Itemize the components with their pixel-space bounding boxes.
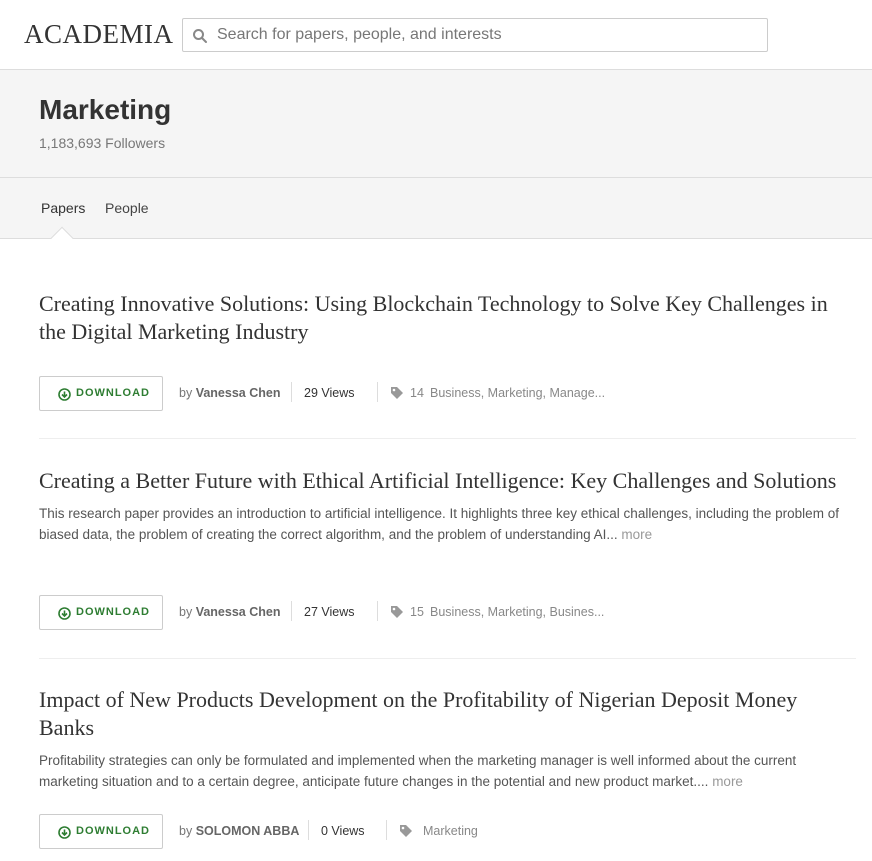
download-button[interactable]: DOWNLOAD — [39, 595, 163, 630]
author-link[interactable]: Vanessa Chen — [196, 605, 281, 619]
divider — [386, 820, 387, 840]
divider — [291, 382, 292, 402]
tag-list[interactable]: Business, Marketing, Busines... — [430, 605, 604, 619]
paper-divider — [39, 438, 856, 439]
download-label: DOWNLOAD — [76, 387, 150, 399]
paper-author: by SOLOMON ABBA — [179, 824, 299, 838]
tag-icon — [400, 825, 412, 837]
paper-abstract: This research paper provides an introduc… — [39, 503, 856, 545]
top-bar: ACADEMIA — [0, 0, 872, 70]
paper-meta: DOWNLOAD by Vanessa Chen 27 Views 15 Bus… — [39, 595, 856, 630]
abstract-text: Profitability strategies can only be for… — [39, 753, 797, 789]
more-link[interactable]: more — [621, 527, 652, 542]
paper-item: Creating Innovative Solutions: Using Blo… — [39, 290, 856, 346]
by-label: by — [179, 824, 193, 838]
tag-count: 15 — [410, 605, 424, 619]
download-label: DOWNLOAD — [76, 606, 150, 618]
tab-papers[interactable]: Papers — [41, 200, 85, 216]
view-count: 27 Views — [304, 605, 355, 619]
paper-author: by Vanessa Chen — [179, 605, 280, 619]
topic-tabs: Papers People — [0, 178, 872, 239]
paper-meta: DOWNLOAD by Vanessa Chen 29 Views 14 Bus… — [39, 376, 856, 411]
topic-header: Marketing 1,183,693 Followers — [0, 70, 872, 178]
download-label: DOWNLOAD — [76, 825, 150, 837]
paper-item: Creating a Better Future with Ethical Ar… — [39, 467, 856, 545]
download-icon — [58, 826, 71, 839]
paper-abstract: Profitability strategies can only be for… — [39, 750, 856, 792]
followers-count: 1,183,693 Followers — [39, 135, 166, 151]
author-link[interactable]: Vanessa Chen — [196, 386, 281, 400]
view-count: 29 Views — [304, 386, 355, 400]
search-icon — [193, 29, 207, 43]
by-label: by — [179, 605, 193, 619]
tag-count: 14 — [410, 386, 424, 400]
paper-meta: DOWNLOAD by SOLOMON ABBA 0 Views Marketi… — [39, 814, 856, 849]
paper-item: Impact of New Products Development on th… — [39, 686, 856, 792]
by-label: by — [179, 386, 193, 400]
view-count: 0 Views — [321, 824, 365, 838]
divider — [291, 601, 292, 621]
paper-title[interactable]: Creating Innovative Solutions: Using Blo… — [39, 290, 856, 346]
download-icon — [58, 388, 71, 401]
search-input[interactable] — [217, 19, 757, 51]
download-button[interactable]: DOWNLOAD — [39, 376, 163, 411]
more-link[interactable]: more — [712, 774, 743, 789]
paper-divider — [39, 658, 856, 659]
paper-author: by Vanessa Chen — [179, 386, 280, 400]
page-title: Marketing — [39, 94, 172, 125]
paper-title[interactable]: Impact of New Products Development on th… — [39, 686, 856, 742]
download-button[interactable]: DOWNLOAD — [39, 814, 163, 849]
academia-logo[interactable]: ACADEMIA — [24, 19, 174, 50]
tag-list[interactable]: Marketing — [423, 824, 478, 838]
divider — [377, 382, 378, 402]
search-box[interactable] — [182, 18, 768, 52]
abstract-text: This research paper provides an introduc… — [39, 506, 839, 542]
download-icon — [58, 607, 71, 620]
divider — [377, 601, 378, 621]
paper-title[interactable]: Creating a Better Future with Ethical Ar… — [39, 467, 856, 495]
divider — [308, 820, 309, 840]
author-link[interactable]: SOLOMON ABBA — [196, 824, 300, 838]
tag-icon — [391, 606, 403, 618]
tab-people[interactable]: People — [105, 200, 149, 216]
tag-list[interactable]: Business, Marketing, Manage... — [430, 386, 605, 400]
tag-icon — [391, 387, 403, 399]
